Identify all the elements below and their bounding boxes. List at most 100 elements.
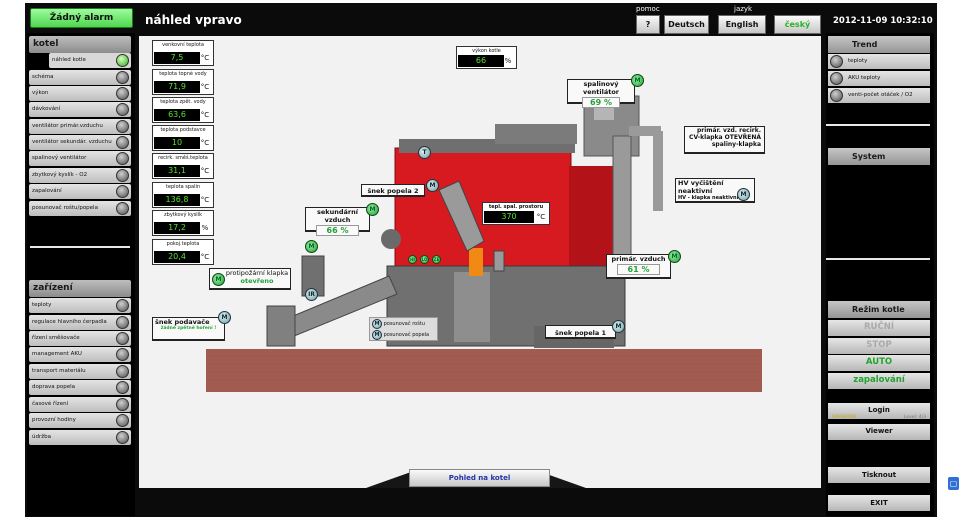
sidebar-item-casove-rizeni[interactable]: časové řízení [29,397,131,412]
mode-auto-button[interactable]: AUTO [828,355,930,371]
sidebar-item-nahled-kotle[interactable]: náhled kotle [49,53,131,68]
snek1-callout[interactable]: šnek popela 1 [545,325,616,339]
level-ze-icon: ZE [432,255,441,264]
item-label: dávkování [32,106,61,112]
item-label: teploty [32,302,52,308]
spal-vent-callout[interactable]: spalinový ventilátor 69 % [567,79,635,108]
status-led-icon [116,185,129,198]
sidebar-item-smesovac[interactable]: řízení směšovače [29,331,131,346]
status-led-icon [116,381,129,394]
vykon-box: výkon kotle 66% [456,46,517,69]
trend-item-teploty[interactable]: teploty [828,54,930,69]
sidebar-item-doprava-popela[interactable]: doprava popela [29,380,131,395]
status-led-icon [116,54,129,67]
value-label: zbytkový kyslík [164,212,202,218]
status-led-icon [830,89,843,102]
posun-rost-row[interactable]: M posunovač roštu [372,319,425,329]
section-trend[interactable]: Trend [828,36,930,53]
value-display: 17,2 [154,222,200,234]
sidebar-item-zapalovani[interactable]: zapalování [29,184,131,199]
motor-icon: M [218,311,231,324]
sidebar-item-davkovani[interactable]: dávkování [29,102,131,117]
callout-value: 69 % [582,97,620,108]
trend-item-venti[interactable]: venti-počet otáček / O2 [828,88,930,103]
sidebar-item-vent-primar[interactable]: ventilátor primár.vzduchu [29,119,131,134]
value-box: venkovní teplota 7,5 °C [152,40,214,66]
status-led-icon [830,55,843,68]
print-button[interactable]: Tisknout [828,467,930,483]
section-kotel[interactable]: kotel [29,36,131,53]
section-system[interactable]: System [828,148,930,165]
status-led-icon [116,414,129,427]
ir-sensor-icon: IR [305,288,318,301]
login-user: OPERATOR Level: 4/3 [832,415,926,420]
item-label: posunovač roštu/popela [32,205,98,211]
sidebar-item-teploty[interactable]: teploty [29,298,131,313]
value-box: teplota spalin 136,8 °C [152,182,214,208]
lang-czech-button[interactable]: český [774,15,821,34]
exit-button[interactable]: EXIT [828,495,930,511]
sidebar-item-aku[interactable]: management AKU [29,347,131,362]
item-label: náhled kotle [52,57,86,63]
help-button[interactable]: ? [636,15,660,34]
item-label: transport materiálu [32,368,86,374]
posun-box: M posunovač roštu M posunovač popela [369,317,438,341]
value-box: recirk. směš.teplota 31,1 °C [152,153,214,179]
page-title: náhled vpravo [145,13,242,27]
value-display: 20,4 [154,251,200,263]
status-led-icon [116,202,129,215]
sidebar-item-spal-vent[interactable]: spalinový ventilátor [29,151,131,166]
sidebar-item-posunovac[interactable]: posunovač roštu/popela [29,201,131,216]
sidebar-item-vykon[interactable]: výkon [29,86,131,101]
sek-vzduch-callout[interactable]: sekundární vzduch 66 % [305,207,370,236]
login-level: Level: 4/3 [903,415,926,420]
trend-item-aku[interactable]: AKU teploty [828,71,930,86]
temperature-sensor-icon: T [418,146,431,159]
item-label: ventilátor sekundár. vzduchu [32,139,112,145]
callout-value: 66 % [316,225,359,236]
motor-icon: M [668,250,681,263]
sidebar-item-vent-sekundar[interactable]: ventilátor sekundár. vzduchu [29,135,131,150]
sidebar-item-regulace[interactable]: regulace hlavního čerpadla [29,315,131,330]
view-boiler-button[interactable]: Pohled na kotel [409,469,550,487]
recirk-line: CV-klapka OTEVŘENÁ [689,134,761,141]
status-led-icon [116,299,129,312]
motor-icon: M [612,320,625,333]
status-led-icon [116,365,129,378]
lang-deutsch-button[interactable]: Deutsch [664,15,709,34]
viewer-button[interactable]: Viewer [828,424,930,440]
value-label: teplota zpět. vody [160,99,206,105]
prim-vzduch-callout[interactable]: primár. vzduch 61 % [606,254,671,279]
lang-english-button[interactable]: English [718,15,766,34]
item-label: doprava popela [32,384,75,390]
snek2-callout[interactable]: šnek popela 2 [361,184,425,197]
value-unit: °C [200,139,210,147]
sidebar-item-schema[interactable]: schéma [29,70,131,85]
datetime: 2012-11-09 10:32:10 [833,16,933,26]
status-led-icon [116,316,129,329]
value-display: 10 [154,137,200,149]
sidebar-item-o2[interactable]: zbytkový kyslík - O2 [29,168,131,183]
sidebar-item-udrzba[interactable]: údržba [29,430,131,445]
mode-ignition-button[interactable]: zapalování [828,373,930,389]
posun-popel-row[interactable]: M posunovač popela [372,330,429,340]
login-user-name: OPERATOR [832,415,857,420]
value-label: tepl. spal. prostoru [488,204,544,210]
item-label: zapalování [32,188,62,194]
value-unit: % [504,57,512,65]
mode-manual-button[interactable]: RUČNÍ [828,320,930,336]
divider [826,258,930,260]
alarm-indicator[interactable]: Žádný alarm [30,8,133,28]
item-label: venti-počet otáček / O2 [848,92,913,98]
level-hi-icon: HI [408,255,417,264]
value-display: 63,6 [154,109,200,121]
snek-pod-callout[interactable]: šnek podavače žádné zpětné hoření ! [152,317,225,341]
floor-bricks [206,349,762,392]
chat-icon[interactable]: ▢ [948,477,959,490]
sidebar-item-provozni-hodiny[interactable]: provozní hodiny [29,413,131,428]
mode-stop-button[interactable]: STOP [828,338,930,354]
value-label: teplota spalin [165,184,201,190]
sidebar-item-transport[interactable]: transport materiálu [29,364,131,379]
callout-label: primár. vzduch [611,255,666,263]
section-zarizeni[interactable]: zařízení [29,280,131,297]
